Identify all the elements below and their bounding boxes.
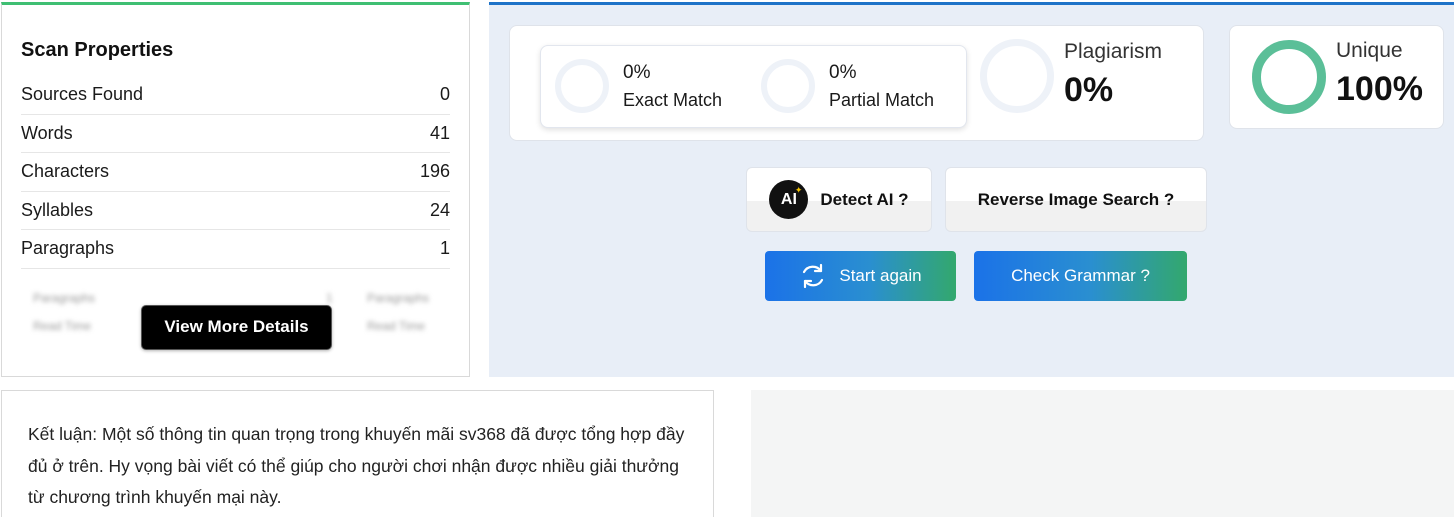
check-grammar-button[interactable]: Check Grammar ?: [974, 251, 1187, 301]
scan-properties-panel: Scan Properties Sources Found 0 Words 41…: [1, 2, 470, 377]
reverse-image-search-button[interactable]: Reverse Image Search ?: [945, 167, 1207, 232]
property-label: Sources Found: [21, 84, 144, 105]
blurred-value: 1: [326, 290, 333, 305]
detect-ai-label: Detect AI ?: [820, 189, 909, 209]
view-more-details-button[interactable]: View More Details: [141, 304, 332, 350]
start-again-button[interactable]: Start again: [765, 251, 956, 301]
check-grammar-label: Check Grammar ?: [1011, 266, 1150, 285]
property-label: Characters: [21, 161, 110, 182]
property-row-characters: Characters 196: [21, 153, 450, 192]
property-value: 0: [439, 84, 450, 105]
match-breakdown-card: 0% Exact Match 0% Partial Match: [540, 45, 967, 128]
scan-properties-title: Scan Properties: [21, 39, 174, 61]
partial-match-percent: 0%: [829, 62, 857, 83]
unique-label: Unique: [1336, 39, 1403, 62]
blurred-details-preview: Paragraphs 1 Read Time Paragraphs Read T…: [21, 275, 450, 355]
refresh-icon: [803, 263, 824, 289]
exact-match-percent: 0%: [623, 62, 651, 83]
property-label: Words: [21, 122, 73, 143]
property-value: 24: [429, 199, 450, 220]
property-row-syllables: Syllables 24: [21, 192, 450, 230]
plagiarism-value: 0%: [1064, 71, 1114, 109]
plagiarism-card: 0% Exact Match 0% Partial Match Plagiari…: [509, 25, 1204, 141]
start-again-label: Start again: [839, 266, 922, 285]
exact-match-ring-icon: [555, 59, 609, 113]
unique-value: 100%: [1336, 70, 1423, 108]
property-label: Syllables: [21, 199, 94, 220]
detect-ai-button[interactable]: AI ✦ Detect AI ?: [746, 167, 932, 232]
exact-match-label: Exact Match: [623, 90, 723, 110]
partial-match-ring-icon: [761, 59, 815, 113]
conclusion-paragraph: Kết luận: Một số thông tin quan trọng tr…: [28, 424, 685, 507]
plagiarism-ring-icon: [980, 39, 1054, 113]
blurred-label: Read Time: [367, 318, 426, 333]
blurred-label: Read Time: [33, 318, 92, 333]
property-row-paragraphs: Paragraphs 1: [21, 230, 450, 269]
property-value: 1: [439, 238, 450, 259]
blurred-label: Paragraphs: [367, 290, 430, 305]
property-value: 41: [429, 122, 450, 143]
property-label: Paragraphs: [21, 238, 115, 259]
reverse-image-search-label: Reverse Image Search ?: [977, 189, 1175, 209]
unique-ring-icon: [1252, 40, 1326, 114]
plagiarism-label: Plagiarism: [1064, 40, 1163, 63]
empty-gray-panel: [751, 390, 1454, 517]
results-panel: 0% Exact Match 0% Partial Match Plagiari…: [489, 2, 1454, 377]
sparkle-icon: ✦: [794, 185, 803, 195]
unique-card: Unique 100%: [1229, 25, 1444, 129]
property-row-words: Words 41: [21, 115, 450, 153]
property-value: 196: [419, 161, 450, 182]
partial-match-label: Partial Match: [829, 90, 935, 110]
conclusion-text-box: Kết luận: Một số thông tin quan trọng tr…: [1, 390, 714, 517]
ai-badge-icon: AI ✦: [769, 180, 809, 219]
blurred-label: Paragraphs: [33, 290, 96, 305]
property-row-sources-found: Sources Found 0: [21, 76, 450, 115]
